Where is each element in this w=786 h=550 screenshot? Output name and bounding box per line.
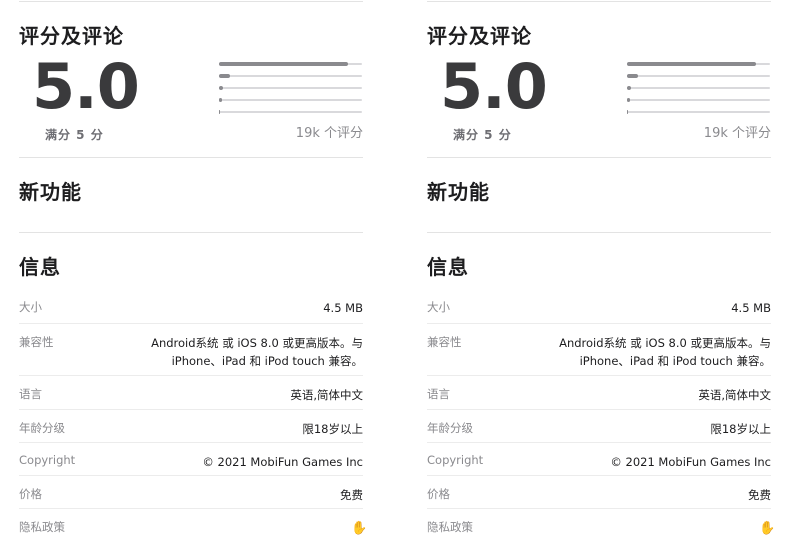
app-info-panel-right: 评分及评论 5.0 满分 5 分 19k 个评分 新功能 信息 大小 4.5 M… [427, 0, 775, 550]
top-divider [19, 1, 363, 2]
info-value: Android系统 或 iOS 8.0 或更高版本。与 iPhone、iPad … [151, 324, 363, 370]
rating-bar-3-star [219, 86, 362, 90]
rating-distribution [219, 62, 362, 122]
rating-bar-4-star [627, 74, 770, 78]
info-value: 4.5 MB [731, 301, 771, 315]
info-title: 信息 [19, 255, 61, 279]
rating-out-of: 满分 5 分 [45, 128, 104, 142]
info-row-price: 价格 免费 [427, 476, 771, 509]
rating-bar-5-star [627, 62, 770, 66]
info-value: Android系统 或 iOS 8.0 或更高版本。与 iPhone、iPad … [559, 324, 771, 370]
info-value-line: Android系统 或 iOS 8.0 或更高版本。与 [559, 336, 771, 350]
info-row-compatibility: 兼容性 Android系统 或 iOS 8.0 或更高版本。与 iPhone、i… [19, 324, 363, 376]
info-row-copyright: Copyright © 2021 MobiFun Games Inc [19, 443, 363, 476]
app-info-panel-left: 评分及评论 5.0 满分 5 分 19k 个评分 新功能 信息 大小 4.5 M… [19, 0, 367, 550]
info-label: 语言 [427, 387, 450, 401]
section-divider [19, 157, 363, 158]
info-label: 语言 [19, 387, 42, 401]
info-value: © 2021 MobiFun Games Inc [202, 455, 363, 469]
info-label: Copyright [427, 453, 484, 467]
hand-icon[interactable]: ✋ [759, 522, 775, 536]
info-label: Copyright [19, 453, 76, 467]
info-list: 大小 4.5 MB 兼容性 Android系统 或 iOS 8.0 或更高版本。… [427, 289, 775, 542]
info-row-privacy-policy[interactable]: 隐私政策 ✋ [19, 509, 367, 542]
info-row-privacy-policy[interactable]: 隐私政策 ✋ [427, 509, 775, 542]
info-value: 免费 [340, 488, 363, 502]
rating-out-of: 满分 5 分 [453, 128, 512, 142]
whats-new-title: 新功能 [19, 180, 82, 204]
info-label: 隐私政策 [19, 520, 65, 534]
section-divider [427, 157, 771, 158]
rating-bar-1-star [627, 110, 770, 114]
rating-bar-5-star [219, 62, 362, 66]
info-label: 隐私政策 [427, 520, 473, 534]
info-row-age-rating: 年龄分级 限18岁以上 [19, 410, 363, 443]
rating-bar-2-star [219, 98, 362, 102]
info-row-languages: 语言 英语,简体中文 [427, 376, 771, 410]
info-row-price: 价格 免费 [19, 476, 363, 509]
info-value-line: iPhone、iPad 和 iPod touch 兼容。 [579, 354, 771, 368]
ratings-title: 评分及评论 [427, 24, 532, 48]
info-title: 信息 [427, 255, 469, 279]
info-value: 限18岁以上 [710, 422, 771, 436]
hand-icon[interactable]: ✋ [351, 522, 367, 536]
info-label: 年龄分级 [19, 421, 65, 435]
info-value[interactable]: ✋ [759, 509, 775, 537]
info-label: 兼容性 [19, 335, 54, 349]
info-value: 英语,简体中文 [290, 388, 363, 402]
whats-new-title: 新功能 [427, 180, 490, 204]
info-label: 年龄分级 [427, 421, 473, 435]
info-label: 兼容性 [427, 335, 462, 349]
info-row-age-rating: 年龄分级 限18岁以上 [427, 410, 771, 443]
top-divider [427, 1, 771, 2]
info-list: 大小 4.5 MB 兼容性 Android系统 或 iOS 8.0 或更高版本。… [19, 289, 367, 542]
average-rating: 5.0 [440, 50, 548, 123]
info-value-line: Android系统 或 iOS 8.0 或更高版本。与 [151, 336, 363, 350]
info-value: 英语,简体中文 [698, 388, 771, 402]
section-divider [427, 232, 771, 233]
info-value: © 2021 MobiFun Games Inc [610, 455, 771, 469]
info-row-languages: 语言 英语,简体中文 [19, 376, 363, 410]
info-value-line: iPhone、iPad 和 iPod touch 兼容。 [171, 354, 363, 368]
info-label: 大小 [427, 300, 450, 314]
rating-bar-3-star [627, 86, 770, 90]
info-value[interactable]: ✋ [351, 509, 367, 537]
rating-bar-2-star [627, 98, 770, 102]
rating-bar-4-star [219, 74, 362, 78]
info-value: 限18岁以上 [302, 422, 363, 436]
info-row-size: 大小 4.5 MB [19, 289, 363, 324]
info-row-size: 大小 4.5 MB [427, 289, 771, 324]
rating-bar-1-star [219, 110, 362, 114]
info-label: 大小 [19, 300, 42, 314]
info-value: 4.5 MB [323, 301, 363, 315]
ratings-title: 评分及评论 [19, 24, 124, 48]
info-label: 价格 [19, 487, 42, 501]
rating-count: 19k 个评分 [295, 126, 363, 141]
info-row-compatibility: 兼容性 Android系统 或 iOS 8.0 或更高版本。与 iPhone、i… [427, 324, 771, 376]
section-divider [19, 232, 363, 233]
average-rating: 5.0 [32, 50, 140, 123]
info-label: 价格 [427, 487, 450, 501]
info-row-copyright: Copyright © 2021 MobiFun Games Inc [427, 443, 771, 476]
info-value: 免费 [748, 488, 771, 502]
rating-count: 19k 个评分 [703, 126, 771, 141]
rating-distribution [627, 62, 770, 122]
